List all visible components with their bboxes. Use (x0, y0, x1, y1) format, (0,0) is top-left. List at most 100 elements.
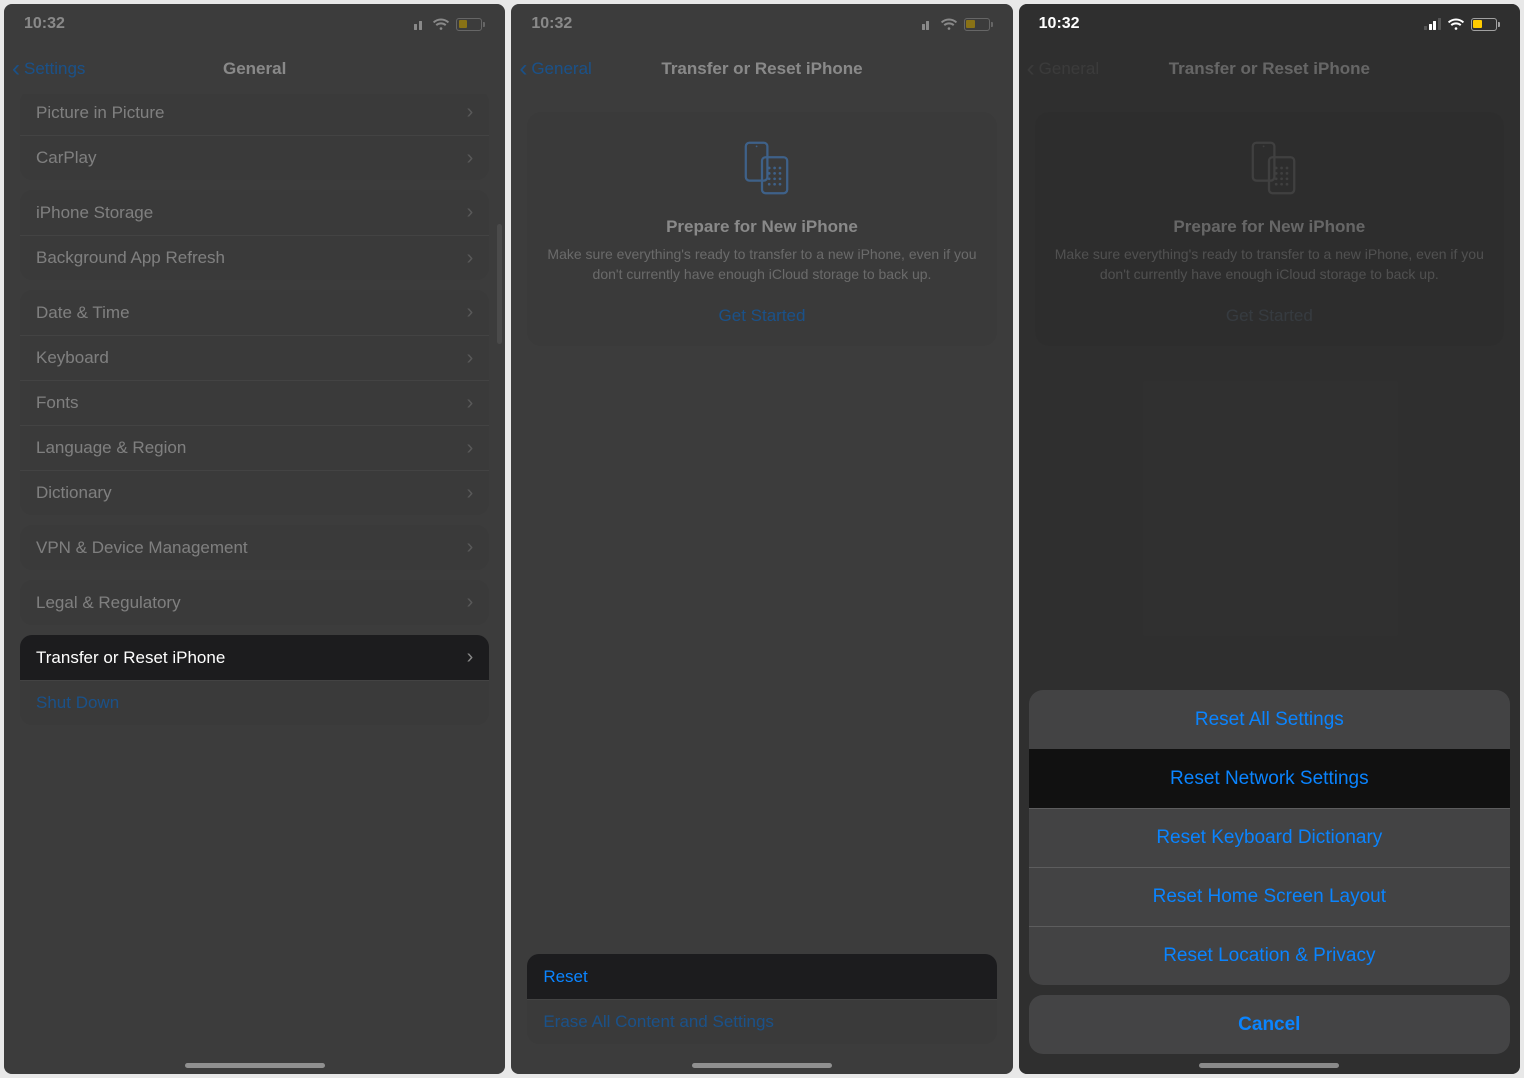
group-datetime: Date & Time› Keyboard› Fonts› Language &… (20, 290, 489, 515)
battery-icon (456, 18, 485, 31)
wifi-icon (1447, 18, 1465, 31)
option-reset-keyboard-dictionary[interactable]: Reset Keyboard Dictionary (1029, 808, 1510, 867)
row-vpn-device-management[interactable]: VPN & Device Management› (20, 525, 489, 570)
nav-title: Transfer or Reset iPhone (661, 59, 862, 79)
sheet-options: Reset All Settings Reset Network Setting… (1029, 690, 1510, 985)
row-label: iPhone Storage (36, 203, 153, 223)
row-label: Erase All Content and Settings (543, 1012, 774, 1032)
option-reset-home-screen-layout[interactable]: Reset Home Screen Layout (1029, 867, 1510, 926)
screen-general: 10:32 ‹ Settings General Picture in Pict… (4, 4, 505, 1074)
screen-transfer-reset: 10:32 ‹ General Transfer or Reset iPhone (511, 4, 1012, 1074)
row-language-region[interactable]: Language & Region› (20, 425, 489, 470)
home-indicator[interactable] (692, 1063, 832, 1068)
transfer-devices-icon (726, 138, 798, 198)
nav-title: General (223, 59, 286, 79)
chevron-right-icon: › (467, 101, 474, 124)
option-reset-network-settings[interactable]: Reset Network Settings (1029, 749, 1510, 808)
chevron-right-icon: › (467, 201, 474, 224)
card-title: Prepare for New iPhone (1053, 217, 1486, 237)
nav-title: Transfer or Reset iPhone (1169, 59, 1370, 79)
battery-icon (1471, 18, 1500, 31)
row-legal-regulatory[interactable]: Legal & Regulatory › (20, 580, 489, 625)
prepare-card: Prepare for New iPhone Make sure everyth… (527, 112, 996, 346)
status-bar: 10:32 (511, 4, 1012, 44)
screen-reset-sheet: 10:32 ‹ General Transfer or Reset iPhone (1019, 4, 1520, 1074)
chevron-right-icon: › (467, 347, 474, 370)
chevron-back-icon: ‹ (12, 57, 20, 81)
chevron-right-icon: › (467, 437, 474, 460)
row-iphone-storage[interactable]: iPhone Storage › (20, 190, 489, 235)
cancel-button[interactable]: Cancel (1029, 995, 1510, 1054)
status-bar: 10:32 (1019, 4, 1520, 44)
status-time: 10:32 (1039, 15, 1080, 33)
chevron-right-icon: › (467, 646, 474, 669)
back-label: General (1039, 59, 1099, 79)
row-keyboard[interactable]: Keyboard › (20, 335, 489, 380)
card-desc: Make sure everything's ready to transfer… (545, 245, 978, 284)
home-indicator[interactable] (185, 1063, 325, 1068)
row-label: Transfer or Reset iPhone (36, 648, 225, 668)
cellular-icon (410, 18, 427, 30)
row-reset[interactable]: Reset (527, 954, 996, 999)
row-carplay[interactable]: CarPlay › (20, 135, 489, 180)
row-label: VPN & Device Management (36, 538, 248, 558)
content: Picture in Picture › CarPlay › iPhone Stor… (4, 94, 505, 1074)
get-started-link: Get Started (1053, 306, 1486, 326)
wifi-icon (940, 18, 958, 31)
row-label: Keyboard (36, 348, 109, 368)
back-button[interactable]: ‹ General (519, 57, 591, 81)
status-icons (1424, 18, 1500, 31)
row-label: Picture in Picture (36, 103, 165, 123)
row-label: Background App Refresh (36, 248, 225, 268)
cellular-icon (917, 18, 934, 30)
scroll-indicator (497, 224, 502, 344)
chevron-right-icon: › (467, 147, 474, 170)
group-pip: Picture in Picture › CarPlay › (20, 94, 489, 180)
cellular-icon (1424, 18, 1441, 30)
row-picture-in-picture[interactable]: Picture in Picture › (20, 94, 489, 135)
wifi-icon (432, 18, 450, 31)
nav-bar: ‹ Settings General (4, 44, 505, 94)
card-title: Prepare for New iPhone (545, 217, 978, 237)
get-started-link[interactable]: Get Started (545, 306, 978, 326)
group-storage: iPhone Storage › Background App Refresh› (20, 190, 489, 280)
row-label: CarPlay (36, 148, 96, 168)
row-label: Date & Time (36, 303, 130, 323)
status-icons (917, 18, 993, 31)
reset-action-sheet: Reset All Settings Reset Network Setting… (1019, 690, 1520, 1074)
prepare-card: Prepare for New iPhone Make sure everyth… (1035, 112, 1504, 346)
back-label: General (531, 59, 591, 79)
chevron-right-icon: › (467, 392, 474, 415)
status-bar: 10:32 (4, 4, 505, 44)
group-reset: Transfer or Reset iPhone › Shut Down (20, 635, 489, 725)
row-dictionary[interactable]: Dictionary › (20, 470, 489, 515)
chevron-right-icon: › (467, 482, 474, 505)
back-button: ‹ General (1027, 57, 1099, 81)
row-transfer-or-reset[interactable]: Transfer or Reset iPhone › (20, 635, 489, 680)
option-reset-location-privacy[interactable]: Reset Location & Privacy (1029, 926, 1510, 985)
status-time: 10:32 (24, 15, 65, 33)
row-label: Fonts (36, 393, 79, 413)
group-legal: Legal & Regulatory › (20, 580, 489, 625)
bottom-group: Reset Erase All Content and Settings (527, 954, 996, 1044)
card-desc: Make sure everything's ready to transfer… (1053, 245, 1486, 284)
chevron-right-icon: › (467, 591, 474, 614)
row-background-app-refresh[interactable]: Background App Refresh› (20, 235, 489, 280)
bottom-actions: Reset Erase All Content and Settings (511, 954, 1012, 1044)
row-label: Dictionary (36, 483, 112, 503)
row-shut-down[interactable]: Shut Down (20, 680, 489, 725)
nav-bar: ‹ General Transfer or Reset iPhone (511, 44, 1012, 94)
row-fonts[interactable]: Fonts › (20, 380, 489, 425)
content: Prepare for New iPhone Make sure everyth… (1019, 94, 1520, 1074)
battery-icon (964, 18, 993, 31)
back-button[interactable]: ‹ Settings (12, 57, 85, 81)
transfer-devices-icon (1233, 138, 1305, 198)
row-date-time[interactable]: Date & Time› (20, 290, 489, 335)
row-label: Legal & Regulatory (36, 593, 181, 613)
back-label: Settings (24, 59, 85, 79)
status-icons (410, 18, 486, 31)
row-erase-all[interactable]: Erase All Content and Settings (527, 999, 996, 1044)
option-reset-all-settings[interactable]: Reset All Settings (1029, 690, 1510, 749)
row-label: Reset (543, 967, 587, 987)
chevron-back-icon: ‹ (519, 57, 527, 81)
